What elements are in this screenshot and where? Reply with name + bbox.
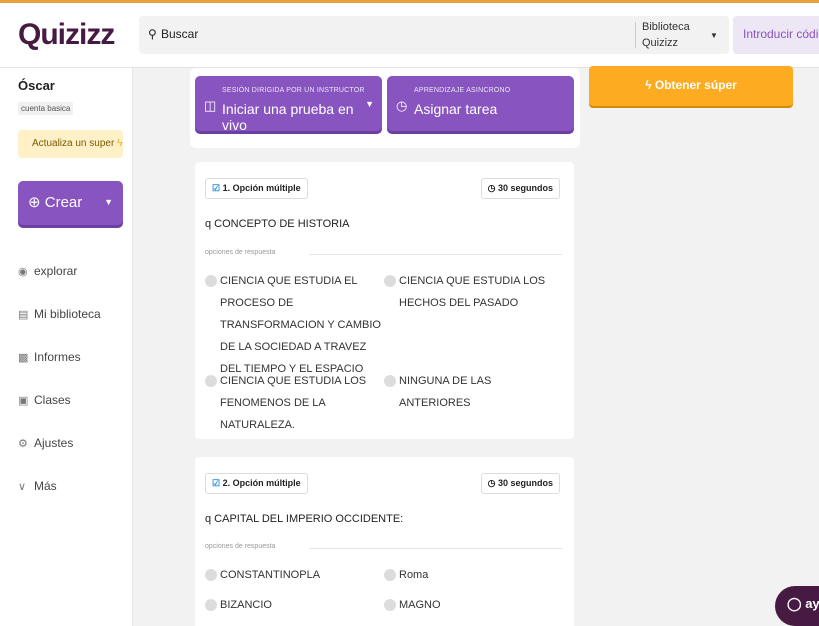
answer-dot (384, 275, 396, 287)
search-bar[interactable]: ⚲ Buscar Biblioteca Quizizz ▼ (139, 16, 729, 54)
sidebar-item-mas[interactable]: ∨ Más (18, 479, 57, 493)
help-button[interactable]: ◯ ayu (775, 586, 819, 626)
get-super-label: Obtener súper (654, 78, 737, 92)
question-type-badge: ☑ 2. Opción múltiple (205, 473, 308, 494)
library-select[interactable]: Biblioteca Quizizz (642, 19, 702, 51)
create-button[interactable]: ⊕ Crear ▼ (18, 181, 123, 225)
chevron-down-icon[interactable]: ▼ (710, 31, 718, 40)
join-code-button[interactable]: Introducir código (733, 16, 819, 54)
bolt-icon: ϟ (645, 78, 652, 92)
chevron-down-icon[interactable]: ▼ (365, 99, 374, 109)
answer-dot (205, 275, 217, 287)
upgrade-button[interactable]: Actualiza un super ϟ (18, 130, 123, 158)
question-card[interactable]: ☑ 2. Opción múltiple ◷ 30 segundos q CAP… (195, 457, 574, 626)
quizizz-logo[interactable]: Quizizz (18, 18, 115, 52)
top-bar: Quizizz ⚲ Buscar Biblioteca Quizizz ▼ In… (0, 0, 819, 68)
search-divider (635, 22, 636, 48)
account-badge: cuenta basica (18, 102, 74, 115)
options-label: opciones de respuesta (205, 543, 562, 550)
gear-icon: ⚙ (18, 438, 28, 450)
live-session-sublabel: SESIÓN DIRIGIDA POR UN INSTRUCTOR (222, 87, 365, 94)
search-input[interactable]: Buscar (161, 27, 198, 41)
question-time-badge[interactable]: ◷ 30 segundos (480, 473, 560, 494)
classes-icon: ▣ (18, 395, 29, 407)
clock-icon: ◷ (396, 98, 408, 113)
answer-option: CONSTANTINOPLA (205, 564, 383, 586)
clock-icon: ◷ (487, 183, 496, 193)
start-live-quiz-button[interactable]: ◫ SESIÓN DIRIGIDA POR UN INSTRUCTOR Inic… (195, 76, 382, 133)
answer-dot (205, 569, 217, 581)
assign-homework-button[interactable]: ◷ APRENDIZAJE ASINCRONO Asignar tarea (387, 76, 574, 131)
checkbox-icon: ☑ (212, 478, 221, 488)
live-session-label: Iniciar una prueba en vivo (222, 101, 354, 133)
sidebar-item-explorar[interactable]: ◉ explorar (18, 264, 77, 278)
answer-option: CIENCIA QUE ESTUDIA EL PROCESO DE TRANSF… (205, 270, 383, 380)
top-accent-line (0, 0, 819, 3)
answer-dot (384, 569, 396, 581)
chevron-down-icon: ▼ (104, 197, 113, 207)
answer-dot (205, 375, 217, 387)
plus-circle-icon: ⊕ (28, 194, 41, 211)
chart-icon: ▩ (18, 352, 29, 364)
question-time-badge[interactable]: ◷ 30 segundos (480, 178, 560, 199)
sidebar-item-mi-biblioteca[interactable]: ▤ Mi biblioteca (18, 307, 101, 321)
assign-label: Asignar tarea (414, 101, 498, 117)
answer-option: CIENCIA QUE ESTUDIA LOS FENOMENOS DE LA … (205, 370, 383, 436)
answer-dot (384, 375, 396, 387)
sidebar-item-informes[interactable]: ▩ Informes (18, 350, 81, 364)
question-card[interactable]: ☑ 1. Opción múltiple ◷ 30 segundos q CON… (195, 162, 574, 439)
question-text: q CAPITAL DEL IMPERIO OCCIDENTE: (205, 513, 404, 525)
create-label: Crear (44, 194, 83, 211)
chevron-down-icon: ∨ (18, 481, 27, 493)
answer-option: MAGNO (384, 594, 564, 616)
help-label: ayu (805, 596, 819, 611)
options-label: opciones de respuesta (205, 249, 562, 256)
library-icon: ▤ (18, 309, 29, 321)
checkbox-icon: ☑ (212, 183, 221, 193)
answer-option: NINGUNA DE LAS ANTERIORES (384, 370, 564, 414)
sidebar-item-ajustes[interactable]: ⚙ Ajustes (18, 436, 73, 450)
question-text: q CONCEPTO DE HISTORIA (205, 218, 350, 230)
sidebar-item-clases[interactable]: ▣ Clases (18, 393, 71, 407)
upgrade-label: Actualiza un super (32, 138, 115, 149)
answer-dot (384, 599, 396, 611)
bolt-icon: ϟ (117, 138, 123, 149)
answer-dot (205, 599, 217, 611)
clock-icon: ◷ (487, 478, 496, 488)
sidebar: Óscar cuenta basica Actualiza un super ϟ… (0, 68, 133, 626)
answer-option: CIENCIA QUE ESTUDIA LOS HECHOS DEL PASAD… (384, 270, 564, 314)
chat-bubble-icon: ◯ (787, 596, 802, 611)
search-icon: ⚲ (148, 27, 157, 41)
answer-option: Roma (384, 564, 564, 586)
presentation-icon: ◫ (204, 98, 217, 113)
user-name[interactable]: Óscar (18, 78, 55, 93)
compass-icon: ◉ (18, 266, 28, 278)
answer-option: BIZANCIO (205, 594, 383, 616)
get-super-button[interactable]: ϟ Obtener súper (589, 66, 793, 106)
async-sublabel: APRENDIZAJE ASINCRONO (414, 87, 511, 94)
question-type-badge: ☑ 1. Opción múltiple (205, 178, 308, 199)
